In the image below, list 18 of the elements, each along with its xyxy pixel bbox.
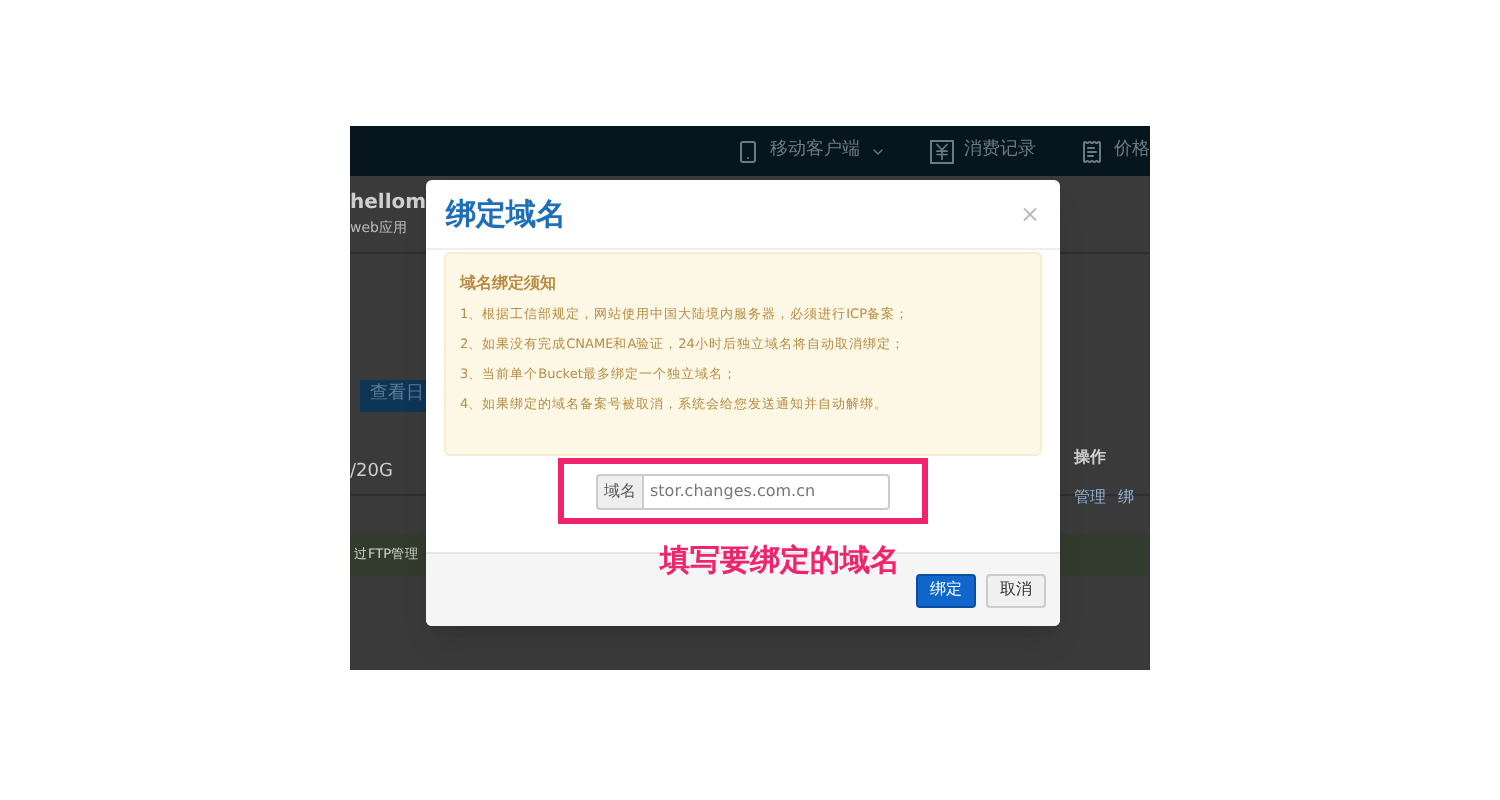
annotation-text: 填写要绑定的域名 [660, 540, 900, 582]
phone-icon [736, 137, 760, 165]
nav-link[interactable]: 移动客户端 [736, 137, 886, 165]
notice-heading: 域名绑定须知 [460, 274, 558, 294]
bind-button[interactable]: 绑定 [916, 573, 976, 607]
yen-icon [930, 139, 954, 163]
manage-link[interactable]: 管理 [1074, 486, 1106, 510]
list-icon [1080, 137, 1104, 165]
column-header: 操作 [1074, 446, 1106, 470]
nav-link[interactable]: 价格 [1080, 137, 1150, 165]
nav-link[interactable]: 消费记录 [930, 137, 1036, 165]
app-title: hellom [350, 190, 427, 218]
domain-input[interactable]: stor.changes.com.cn [644, 473, 890, 509]
dialog-title: 绑定域名 [446, 193, 566, 236]
cancel-button[interactable]: 取消 [986, 573, 1046, 607]
bind-link[interactable]: 绑 [1118, 486, 1134, 510]
storage-reading: /20G [350, 459, 393, 486]
field-label: 域名 [596, 473, 644, 509]
